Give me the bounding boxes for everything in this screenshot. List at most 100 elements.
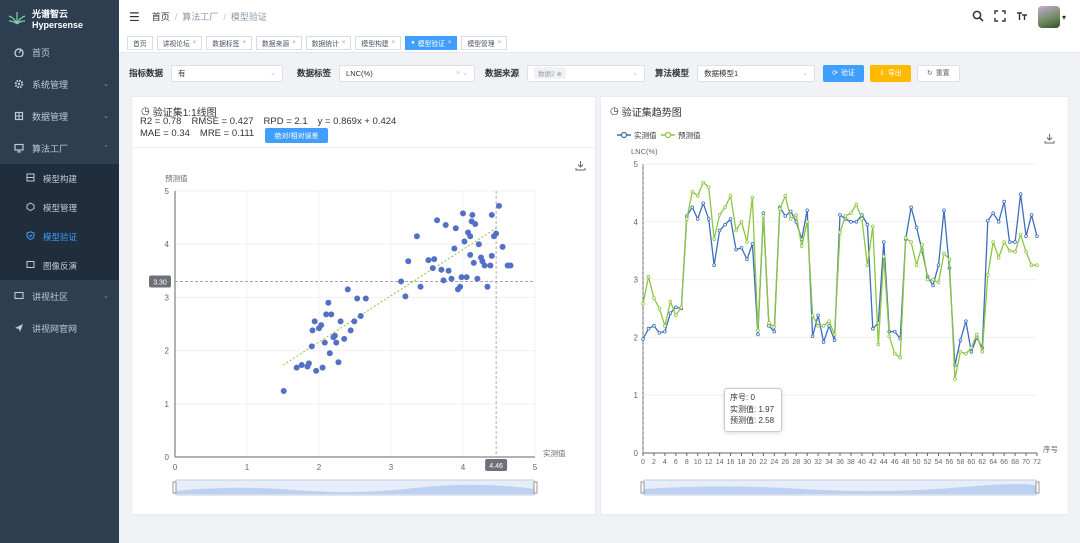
search-icon[interactable] — [972, 10, 984, 25]
source-chip[interactable]: 数据2 ⊗ — [534, 67, 566, 79]
series-point-0 — [810, 334, 815, 339]
series-point-1 — [920, 243, 924, 247]
series-point-0 — [1007, 240, 1012, 244]
tag-data-stats[interactable]: 数据统计 × — [305, 35, 352, 50]
y-tick-label: 4 — [165, 240, 170, 249]
tag-model-manage[interactable]: 模型管理 × — [461, 35, 508, 50]
caret-down-icon[interactable]: ▾ — [1062, 13, 1066, 22]
sidebar-item-community[interactable]: 讲视社区 ⌄ — [0, 280, 119, 312]
sidebar-item-algorithm[interactable]: 算法工厂 ⌃ — [0, 132, 119, 164]
series-point-1 — [887, 334, 892, 339]
model-select[interactable]: 数据模型1 ⌄ — [697, 64, 816, 82]
scatter-point — [298, 361, 305, 368]
x-tick-label: 1 — [245, 463, 250, 472]
source-label: 数据来源 — [485, 68, 520, 78]
top-navbar: ☰ 首页 / 算法工厂 / 模型验证 ▾ — [119, 0, 1080, 33]
close-icon[interactable]: × — [498, 40, 502, 46]
trend-tooltip: 序号: 0 实测值: 1.97 预测值: 2.58 — [724, 388, 782, 432]
series-point-1 — [652, 296, 656, 300]
close-icon[interactable]: × — [342, 40, 346, 46]
refresh-icon: ⟳ — [832, 70, 838, 77]
series-point-0 — [717, 228, 722, 233]
series-point-1 — [898, 355, 902, 360]
breadcrumb-home[interactable]: 首页 — [152, 10, 170, 23]
tag-data-source[interactable]: 数据来源 × — [256, 35, 302, 50]
sidebar-item-model-manage[interactable]: 模型管理 — [0, 193, 119, 222]
tag-label: 数据来源 — [262, 40, 290, 48]
scatter-panel: ◷ 验证集1:1线图 R2 = 0.78 RMSE = 0.427 RPD = 2.1… — [131, 96, 596, 515]
series-point-0 — [871, 326, 875, 331]
tooltip-predicted: 预测值: 2.58 — [730, 416, 775, 425]
clear-chevron-icon[interactable]: × ⌄ — [456, 69, 468, 77]
series-point-0 — [849, 220, 853, 224]
export-button[interactable]: ⇩ 导出 — [869, 64, 911, 82]
font-size-icon[interactable] — [1016, 10, 1028, 25]
database-icon — [14, 111, 24, 121]
sidebar-item-label: 算法工厂 — [32, 143, 69, 154]
tag-data-tags[interactable]: 数据标签 × — [206, 35, 252, 50]
series-point-0 — [674, 305, 678, 310]
sidebar-item-website[interactable]: 讲视网官网 — [0, 312, 119, 344]
reset-button[interactable]: ↻ 重置 — [916, 64, 960, 82]
verify-button[interactable]: ⟳ 验证 — [823, 64, 864, 82]
y-tick-label: 1 — [634, 391, 639, 400]
series-point-1 — [663, 324, 667, 328]
avatar[interactable] — [1037, 6, 1060, 28]
close-icon[interactable]: × — [292, 40, 296, 46]
series-point-1 — [805, 220, 809, 224]
fullscreen-icon[interactable] — [994, 9, 1006, 25]
series-point-1 — [843, 214, 848, 218]
sidebar-item-data[interactable]: 数据管理 ⌄ — [0, 100, 119, 132]
y-tick-label: 3 — [165, 293, 170, 302]
close-icon[interactable]: × — [392, 40, 396, 46]
series-point-0 — [739, 246, 744, 250]
legend-label: 预测值 — [678, 130, 701, 140]
tag-model-verify[interactable]: ● 模型验证 × — [405, 35, 458, 50]
series-point-0 — [1035, 234, 1039, 239]
scatter-point — [475, 241, 482, 248]
app-logo: 光谱智云Hypersense — [0, 0, 119, 36]
sidebar-item-image-inversion[interactable]: 图像反演 — [0, 251, 119, 280]
sidebar-item-label: 数据管理 — [32, 111, 69, 122]
source-select[interactable]: 数据2 ⊗ ⌄ — [527, 64, 646, 82]
close-icon[interactable]: × — [242, 40, 246, 46]
close-icon[interactable]: × — [193, 40, 197, 46]
sidebar-item-label: 模型验证 — [43, 231, 78, 242]
series-point-0 — [652, 324, 656, 328]
sidebar-item-label: 模型构建 — [43, 173, 78, 184]
breadcrumb-algorithm[interactable]: 算法工厂 — [182, 10, 218, 23]
zoom-handle-left — [172, 481, 177, 494]
series-point-0 — [701, 201, 705, 206]
scatter-point — [467, 251, 474, 258]
tag-select[interactable]: LNC(%) × ⌄ — [339, 64, 476, 82]
series-point-1 — [778, 207, 782, 211]
x-tick-label: 30 — [803, 459, 811, 466]
series-point-1 — [739, 220, 744, 224]
scatter-point — [335, 359, 342, 366]
tag-forum[interactable]: 讲视论坛 × — [156, 35, 203, 50]
series-point-1 — [646, 274, 651, 279]
sidebar-submenu-algorithm: 模型构建 模型管理 模型验证 图像反演 — [0, 164, 119, 280]
scatter-point — [507, 262, 514, 269]
scatter-point — [333, 339, 340, 346]
hamburger-icon[interactable]: ☰ — [129, 10, 140, 24]
series-point-0 — [695, 217, 700, 221]
scatter-point — [442, 222, 449, 229]
series-point-1 — [641, 302, 645, 306]
tag-model-build[interactable]: 模型构建 × — [355, 35, 402, 50]
active-dot-icon: ● — [411, 39, 415, 46]
series-point-1 — [942, 251, 946, 256]
close-icon[interactable]: × — [448, 40, 452, 46]
sidebar-item-model-verify[interactable]: 模型验证 — [0, 222, 119, 251]
tag-home[interactable]: 首页 — [127, 35, 153, 50]
scatter-point — [328, 311, 335, 318]
series-point-1 — [925, 277, 930, 282]
sidebar-item-model-build[interactable]: 模型构建 — [0, 164, 119, 193]
sidebar-item-system[interactable]: 系统管理 ⌄ — [0, 68, 119, 100]
scatter-point — [469, 211, 476, 218]
sidebar-item-home[interactable]: 首页 — [0, 36, 119, 68]
series-point-1 — [1024, 250, 1028, 254]
tags-view: 首页 讲视论坛 × 数据标签 × 数据来源 × 数据统计 × 模型构建 × ● 模型验证 × … — [119, 33, 1080, 53]
indicator-select[interactable]: 有 ⌄ — [171, 64, 284, 82]
scatter-point — [313, 367, 320, 374]
